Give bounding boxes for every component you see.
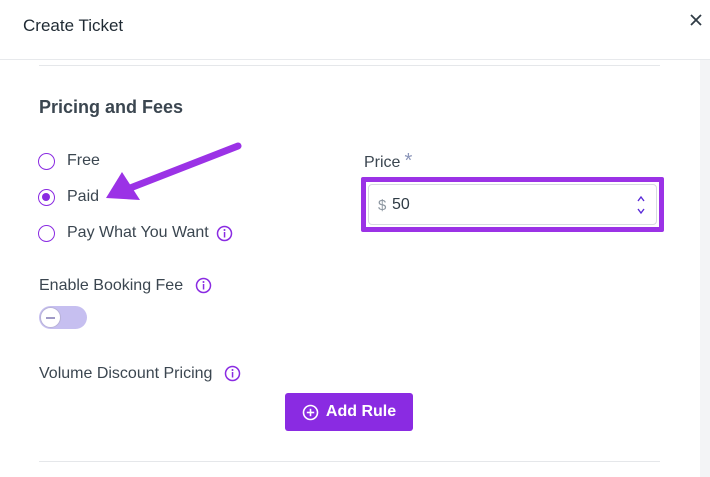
- booking-fee-label: Enable Booking Fee: [39, 277, 184, 294]
- add-rule-button[interactable]: Add Rule: [285, 393, 413, 431]
- currency-symbol: $: [378, 197, 387, 214]
- info-icon[interactable]: [224, 365, 241, 382]
- price-input[interactable]: $ 50: [368, 184, 657, 225]
- scrollbar[interactable]: [700, 60, 710, 477]
- radio-paid[interactable]: Paid: [38, 186, 99, 208]
- radio-label: Pay What You Want: [67, 224, 209, 241]
- booking-fee-label-group: Enable Booking Fee: [39, 277, 212, 295]
- annotation-arrow-icon: [106, 142, 242, 200]
- price-value[interactable]: 50: [392, 196, 410, 214]
- plus-circle-icon: [302, 404, 319, 420]
- radio-label: Paid: [67, 188, 100, 205]
- price-label: Price: [364, 154, 401, 171]
- required-mark: *: [404, 150, 413, 172]
- radio-button[interactable]: [38, 152, 55, 170]
- dialog-title: Create Ticket: [23, 16, 124, 35]
- add-rule-label: Add Rule: [325, 403, 397, 420]
- price-label-group: Price *: [364, 150, 412, 173]
- radio-button[interactable]: [38, 224, 55, 242]
- create-ticket-dialog: Create Ticket Pricing and Fees Free Paid…: [0, 0, 710, 477]
- info-icon[interactable]: [195, 277, 212, 294]
- close-icon[interactable]: [685, 9, 707, 31]
- bottom-divider: [39, 461, 660, 462]
- radio-button-selected[interactable]: [38, 188, 55, 206]
- radio-free[interactable]: Free: [38, 150, 100, 172]
- volume-discount-label: Volume Discount Pricing: [39, 365, 213, 382]
- section-title: Pricing and Fees: [39, 97, 184, 117]
- dialog-header: Create Ticket: [0, 0, 710, 60]
- toggle-knob: [40, 307, 61, 328]
- booking-fee-toggle[interactable]: [39, 306, 87, 329]
- volume-discount-label-group: Volume Discount Pricing: [39, 365, 241, 383]
- info-icon[interactable]: [216, 225, 233, 242]
- radio-label: Free: [67, 152, 100, 169]
- number-stepper-icon[interactable]: [636, 194, 646, 216]
- top-divider: [39, 65, 660, 66]
- radio-pay-what-you-want[interactable]: Pay What You Want: [38, 222, 233, 244]
